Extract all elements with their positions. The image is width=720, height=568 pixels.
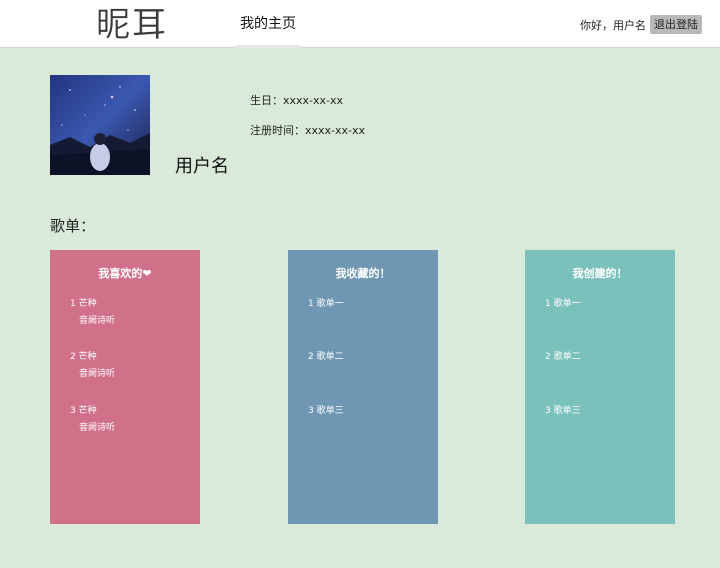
song-artist: 音阙诗听 [79,423,116,433]
list-item[interactable]: 3 芒种 音阙诗听 [70,403,115,437]
list-item[interactable]: 3 歌单三 [308,403,344,420]
profile-username: 用户名 [175,156,229,177]
list-item[interactable]: 2 芒种 音阙诗听 [70,349,115,383]
list-item[interactable]: 3 歌单三 [545,403,581,420]
card-title: 我收藏的！ [335,267,391,280]
list-item[interactable]: 1 歌单一 [308,296,344,313]
list-item[interactable]: 2 歌单二 [308,349,344,366]
list-item[interactable]: 1 芒种 音阙诗听 [70,296,115,330]
avatar[interactable] [50,75,150,175]
playlist-card-collected[interactable]: 我收藏的！ 1 歌单一 2 歌单二 3 歌单三 [288,250,438,524]
song-title: 2 芒种 [70,352,97,362]
list-item[interactable]: 2 歌单二 [545,349,581,366]
playlist-card-liked[interactable]: 我喜欢的❤ 1 芒种 音阙诗听 2 芒种 音阙诗听 3 芒种 音阙诗听 [50,250,200,524]
song-artist: 音阙诗听 [79,316,116,326]
playlists-heading: 歌单： [50,217,96,235]
profile-birthday: 生日：xxxx-xx-xx [250,94,344,107]
playlist-card-created[interactable]: 我创建的！ 1 歌单一 2 歌单二 3 歌单三 [525,250,675,524]
user-greeting: 你好，用户名 [580,19,646,32]
card-title: 我喜欢的❤ [98,267,152,280]
list-item[interactable]: 1 歌单一 [545,296,581,313]
logout-button[interactable]: 退出登陆 [650,15,702,34]
site-logo[interactable]: 昵耳 [96,6,172,44]
avatar-image [50,75,150,175]
card-title: 我创建的！ [572,267,628,280]
song-title: 3 芒种 [70,406,97,416]
top-bar: 昵耳 我的主页 你好，用户名 退出登陆 [0,0,720,48]
nav-tab-my-homepage[interactable]: 我的主页 [236,0,300,48]
song-artist: 音阙诗听 [79,369,116,379]
song-title: 1 芒种 [70,299,97,309]
profile-register-time: 注册时间：xxxx-xx-xx [250,124,366,137]
